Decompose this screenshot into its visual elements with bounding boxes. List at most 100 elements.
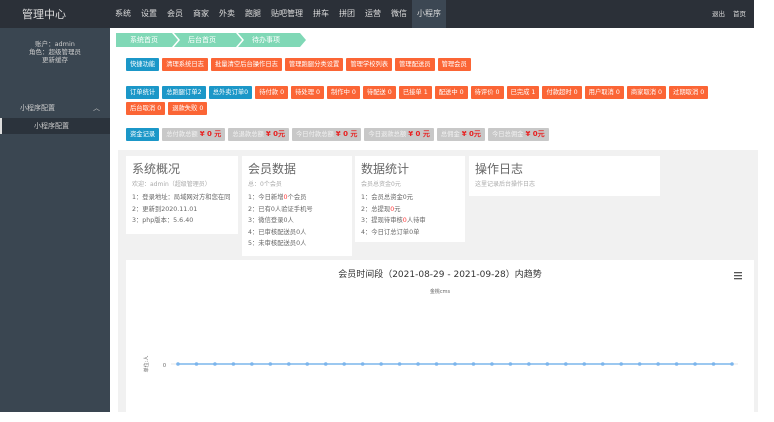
action-button[interactable]: 总外卖订单0 bbox=[208, 86, 253, 99]
nav-item[interactable]: 商家 bbox=[188, 0, 214, 28]
data-point[interactable] bbox=[268, 362, 273, 366]
data-point[interactable] bbox=[656, 362, 660, 366]
home-link[interactable]: 首页 bbox=[733, 0, 746, 28]
data-point[interactable] bbox=[453, 362, 457, 366]
data-point[interactable] bbox=[693, 362, 697, 366]
nav-item[interactable]: 微信 bbox=[386, 0, 412, 28]
member-trend-chart: 会员时间段（2021-08-29 - 2021-09-28）内趋势 金桃cms … bbox=[126, 260, 754, 420]
account-role: 角色：超级管理员 bbox=[29, 48, 81, 56]
breadcrumb-item[interactable]: 系统首页 bbox=[116, 33, 178, 47]
data-point[interactable] bbox=[619, 362, 623, 366]
refresh-cache-link[interactable]: 更新缓存 bbox=[0, 56, 110, 64]
data-point[interactable] bbox=[637, 362, 642, 366]
data-point[interactable] bbox=[231, 362, 236, 366]
nav-item[interactable]: 小程序 bbox=[412, 0, 446, 28]
data-point[interactable] bbox=[730, 362, 734, 366]
data-point[interactable] bbox=[360, 362, 365, 366]
action-button[interactable]: 订单统计 bbox=[126, 86, 160, 99]
card-subtitle: 总：0个会员 bbox=[248, 181, 282, 188]
data-point[interactable] bbox=[471, 362, 476, 366]
fund-stat-label: 总付款总额 bbox=[166, 131, 198, 138]
nav-item[interactable]: 拼团 bbox=[334, 0, 360, 28]
nav-item[interactable]: 拼车 bbox=[308, 0, 334, 28]
order-stats: 订单统计 总跑腿订单2 总外卖订单0 待付款 0 待处理 0 制作中 0 待配送 0 已接单 … bbox=[126, 86, 746, 115]
action-button[interactable]: 已完成 1 bbox=[506, 86, 540, 99]
data-point[interactable] bbox=[323, 362, 328, 366]
data-point[interactable] bbox=[194, 362, 199, 366]
data-point[interactable] bbox=[176, 362, 180, 366]
nav-item[interactable]: 贴吧管理 bbox=[266, 0, 308, 28]
nav-item[interactable]: 跑腿 bbox=[240, 0, 266, 28]
data-point[interactable] bbox=[305, 362, 310, 366]
action-button[interactable]: 总跑腿订单2 bbox=[162, 86, 206, 99]
data-point[interactable] bbox=[545, 362, 550, 366]
fund-stat: 总退款总额 ¥ 0元 bbox=[228, 128, 289, 141]
fund-records-button[interactable]: 资金记录 bbox=[126, 128, 160, 141]
card-title: 操作日志 bbox=[475, 162, 524, 176]
action-button[interactable]: 快捷功能 bbox=[126, 58, 160, 71]
data-point[interactable] bbox=[250, 362, 254, 366]
account-info: 账户：admin 角色：超级管理员 更新缓存 bbox=[0, 28, 110, 98]
data-point[interactable] bbox=[674, 362, 679, 366]
action-button[interactable]: 管理会员 bbox=[437, 58, 471, 71]
breadcrumb-item[interactable]: 后台首页 bbox=[174, 33, 242, 47]
hamburger-icon[interactable] bbox=[734, 272, 742, 280]
data-point[interactable] bbox=[582, 362, 587, 366]
action-button[interactable]: 过期取消 0 bbox=[669, 86, 709, 99]
fund-stat: 今日总佣金 ¥ 0元 bbox=[487, 128, 549, 141]
data-point[interactable] bbox=[508, 362, 513, 366]
data-point[interactable] bbox=[213, 362, 217, 366]
nav-item[interactable]: 运营 bbox=[360, 0, 386, 28]
card-member-data: 会员数据 总：0个会员 1：今日新增0个会员 2：已有0人验证手机号 3：微信登… bbox=[242, 156, 352, 256]
data-point[interactable] bbox=[711, 362, 716, 366]
nav-item[interactable]: 会员 bbox=[162, 0, 188, 28]
data-point[interactable] bbox=[342, 362, 346, 366]
sidebar-group-miniprogram[interactable]: 小程序配置 ︿ bbox=[0, 98, 110, 118]
action-button[interactable]: 待处理 0 bbox=[291, 86, 324, 99]
fund-stat-amount: ¥ 0 元 bbox=[199, 130, 222, 138]
card-line: 2：更新到2020.11.01 bbox=[132, 205, 198, 213]
main-content: 系统首页 后台首页 待办事项 快捷功能 清理系统日志 批量清空后台操作日志 管理跑腿分类设… bbox=[110, 28, 758, 420]
action-button[interactable]: 批量清空后台操作日志 bbox=[210, 58, 282, 71]
action-button[interactable]: 管理学校列表 bbox=[346, 58, 393, 71]
data-point[interactable] bbox=[490, 362, 494, 366]
sidebar-item-miniprogram-config[interactable]: 小程序配置 bbox=[0, 118, 110, 134]
action-button[interactable]: 退款失败 0 bbox=[168, 102, 208, 115]
breadcrumb-item[interactable]: 待办事项 bbox=[238, 33, 306, 47]
action-button[interactable]: 管理配送员 bbox=[395, 58, 435, 71]
action-button[interactable]: 配送中 0 bbox=[434, 86, 468, 99]
data-point[interactable] bbox=[527, 362, 531, 366]
action-button[interactable]: 已接单 1 bbox=[398, 86, 432, 99]
action-button[interactable]: 待配送 0 bbox=[362, 86, 396, 99]
fund-stat: 今日付款总额 ¥ 0 元 bbox=[292, 128, 362, 141]
card-data-stats: 数据统计 会员总资金0元 1：会员总资金0元 2：总提现0元 3：提现待审核0人… bbox=[355, 156, 465, 242]
action-button[interactable]: 待评价 0 bbox=[470, 86, 504, 99]
data-point[interactable] bbox=[564, 362, 568, 366]
action-button[interactable]: 制作中 0 bbox=[327, 86, 360, 99]
sidebar: 账户：admin 角色：超级管理员 更新缓存 小程序配置 ︿ 小程序配置 bbox=[0, 28, 110, 412]
nav-item[interactable]: 系统 bbox=[110, 0, 136, 28]
data-point[interactable] bbox=[397, 362, 402, 366]
y-tick-label: 0 bbox=[163, 363, 166, 369]
action-button[interactable]: 待付款 0 bbox=[255, 86, 289, 99]
fund-stat-amount: ¥ 0元 bbox=[461, 130, 481, 138]
card-line: 2：已有0人验证手机号 bbox=[248, 205, 313, 213]
data-point[interactable] bbox=[434, 362, 439, 366]
quick-actions: 快捷功能 清理系统日志 批量清空后台操作日志 管理跑腿分类设置 管理学校列表 管理配送员管… bbox=[126, 58, 746, 71]
nav-item[interactable]: 外卖 bbox=[214, 0, 240, 28]
card-subtitle: 这里记录后台操作日志 bbox=[475, 181, 536, 188]
card-line: 5：未审核配送员0人 bbox=[248, 240, 307, 247]
action-button[interactable]: 管理跑腿分类设置 bbox=[284, 58, 344, 71]
data-point[interactable] bbox=[287, 362, 291, 366]
data-point[interactable] bbox=[600, 362, 605, 366]
logout-link[interactable]: 退出 bbox=[712, 0, 725, 28]
action-button[interactable]: 用户取消 0 bbox=[584, 86, 624, 99]
action-button[interactable]: 后台取消 0 bbox=[126, 102, 166, 115]
nav-item[interactable]: 设置 bbox=[136, 0, 162, 28]
action-button[interactable]: 清理系统日志 bbox=[162, 58, 208, 71]
data-point[interactable] bbox=[379, 362, 383, 366]
data-point[interactable] bbox=[416, 362, 420, 366]
action-button[interactable]: 付款超时 0 bbox=[542, 86, 582, 99]
card-operation-log: 操作日志 这里记录后台操作日志 bbox=[469, 156, 660, 196]
action-button[interactable]: 商家取消 0 bbox=[626, 86, 667, 99]
